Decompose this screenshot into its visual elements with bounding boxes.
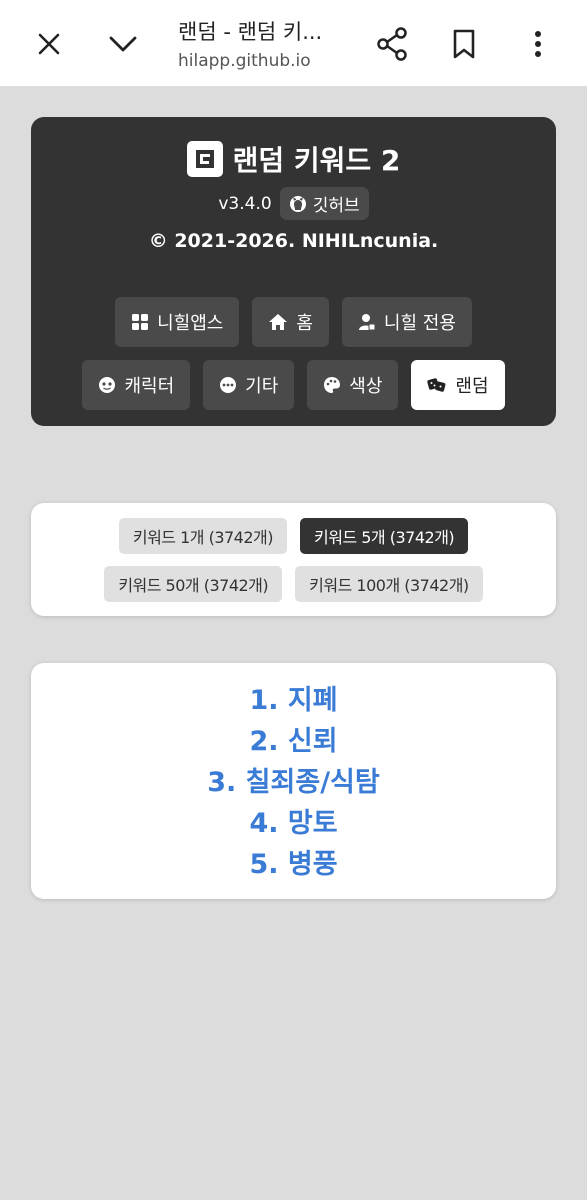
dice-icon [427,378,446,392]
more-vert-icon[interactable] [524,26,552,62]
site-title[interactable]: 랜덤 키워드 2 [31,139,556,179]
page-url[interactable]: hilapp.github.io [178,51,311,71]
site-title-text: 랜덤 키워드 2 [232,144,401,177]
nav-nihilapps[interactable]: 니힐앱스 [115,297,240,347]
nav-character[interactable]: 캐릭터 [82,360,191,410]
close-icon[interactable] [33,28,65,60]
list-item[interactable]: 4. 망토 [31,803,556,844]
site-header: 랜덤 키워드 2 v3.4.0 깃허브 © 2021-2026. NIHILnc… [31,117,556,426]
version-label: v3.4.0 [218,193,272,214]
dots-icon [220,377,237,393]
nav-etc[interactable]: 기타 [203,360,295,410]
option-keyword-5[interactable]: 키워드 5개 (3742개) [300,518,469,554]
list-item[interactable]: 2. 신뢰 [31,721,556,762]
option-keyword-1[interactable]: 키워드 1개 (3742개) [118,518,287,554]
nav-label: 기타 [245,376,279,397]
result-list-card: 1. 지폐 2. 신뢰 3. 칠죄종/식탐 4. 망토 5. 병풍 [31,663,556,899]
browser-toolbar: 랜덤 - 랜덤 키... hilapp.github.io [0,0,587,86]
nav-label: 색상 [349,376,383,397]
github-label: 깃허브 [312,196,360,216]
option-keyword-100[interactable]: 키워드 100개 (3742개) [295,566,483,602]
github-button[interactable]: 깃허브 [279,187,369,220]
keyword-count-options: 키워드 1개 (3742개) 키워드 5개 (3742개) 키워드 50개 (3… [31,503,556,616]
share-icon[interactable] [374,24,410,64]
nav-color[interactable]: 색상 [307,360,399,410]
nav-label: 캐릭터 [124,376,175,397]
copyright: © 2021-2026. NIHILncunia. [148,230,439,252]
nav-random[interactable]: 랜덤 [411,360,505,410]
nav-label: 니힐앱스 [157,313,224,334]
chevron-down-icon[interactable] [106,28,140,60]
face-icon [99,377,116,393]
logo-icon [186,141,223,177]
bookmark-icon[interactable] [448,26,480,62]
result-list: 1. 지폐 2. 신뢰 3. 칠죄종/식탐 4. 망토 5. 병풍 [31,680,556,885]
nav-home[interactable]: 홈 [252,297,329,347]
user-icon [358,314,376,331]
list-item[interactable]: 1. 지폐 [31,680,556,721]
page-title: 랜덤 - 랜덤 키... [178,20,323,44]
option-keyword-50[interactable]: 키워드 50개 (3742개) [104,566,283,602]
nav-nihil-only[interactable]: 니힐 전용 [341,297,472,347]
nav-label: 홈 [296,313,313,334]
nav-label: 니힐 전용 [383,313,456,334]
grid-icon [132,314,149,330]
nav-label: 랜덤 [455,376,489,397]
github-icon [289,195,306,212]
list-item[interactable]: 5. 병풍 [31,844,556,885]
palette-icon [324,377,341,393]
list-item[interactable]: 3. 칠죄종/식탐 [31,762,556,803]
home-icon [269,314,288,330]
